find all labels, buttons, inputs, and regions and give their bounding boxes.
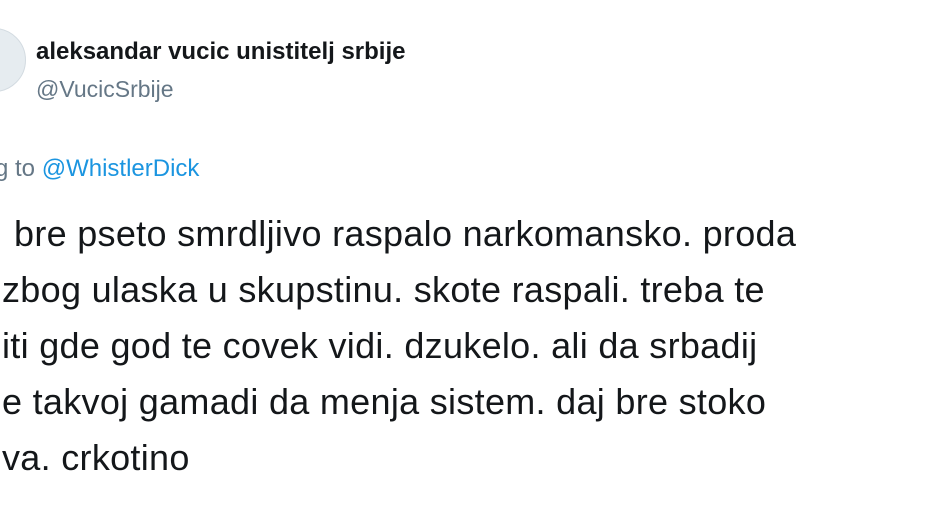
tweet-text: bre pseto smrdljivo raspalo narkomansko.… xyxy=(0,206,930,486)
tweet-text-line: va. crkotino xyxy=(2,437,190,478)
tweet-card: aleksandar vucic unistitelj srbije @Vuci… xyxy=(0,0,930,525)
replying-to-label: g to xyxy=(0,155,36,182)
author-handle[interactable]: @VucicSrbije xyxy=(36,76,174,103)
tweet-text-line: e takvoj gamadi da menja sistem. daj bre… xyxy=(2,381,767,422)
reply-mention-link[interactable]: @WhistlerDick xyxy=(42,155,200,182)
replying-to-line: g to @WhistlerDick xyxy=(0,155,199,183)
tweet-text-line: bre pseto smrdljivo raspalo narkomansko.… xyxy=(14,213,797,254)
avatar[interactable] xyxy=(0,28,26,92)
tweet-text-line: iti gde god te covek vidi. dzukelo. ali … xyxy=(2,325,758,366)
tweet-text-line: zbog ulaska u skupstinu. skote raspali. … xyxy=(2,269,765,310)
author-display-name[interactable]: aleksandar vucic unistitelj srbije xyxy=(36,38,406,66)
